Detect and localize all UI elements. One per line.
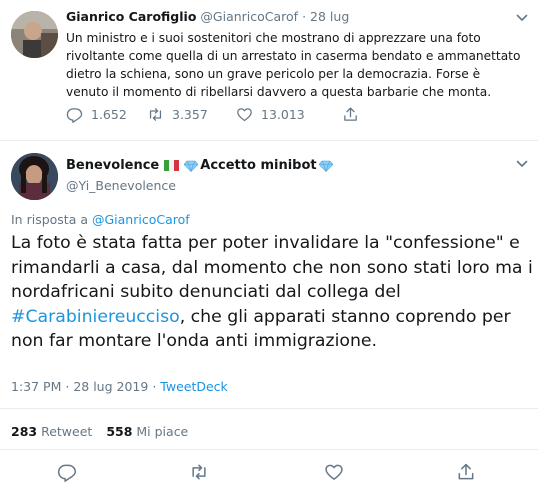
like-count: 13.013	[261, 107, 305, 122]
chevron-down-icon[interactable]	[516, 12, 528, 24]
separator: ·	[65, 379, 70, 394]
avatar-photo	[11, 11, 58, 58]
like-total: 558	[106, 424, 133, 439]
heart-icon[interactable]	[324, 462, 344, 482]
retweet-label: Retweet	[41, 424, 93, 439]
reply-button[interactable]: 1.652	[66, 106, 127, 123]
like-label: Mi piace	[136, 424, 189, 439]
avatar[interactable]	[11, 153, 58, 200]
avatar[interactable]	[11, 11, 58, 58]
tweet-action-bar	[0, 462, 538, 486]
retweet-icon	[149, 108, 162, 121]
tweet-date[interactable]: 28 lug	[310, 9, 349, 24]
parent-tweet[interactable]: Gianrico Carofiglio @GianricoCarof · 28 …	[0, 0, 538, 140]
divider	[0, 140, 538, 141]
retweet-count: 3.357	[172, 107, 208, 122]
author-handle[interactable]: @GianricoCarof	[200, 9, 298, 24]
retweets-stat[interactable]: 283 Retweet	[11, 424, 92, 439]
share-icon	[344, 107, 357, 121]
heart-icon	[237, 108, 252, 122]
tweet-meta: 1:37 PM · 28 lug 2019 · TweetDeck	[11, 379, 228, 394]
tweet-date[interactable]: 28 lug 2019	[73, 379, 148, 394]
separator: ·	[152, 379, 157, 394]
replying-to-label: In risposta a	[11, 212, 88, 227]
retweet-icon[interactable]	[189, 462, 209, 482]
source-link[interactable]: TweetDeck	[160, 379, 228, 394]
tweet-text: La foto è stata fatta per poter invalida…	[11, 231, 533, 354]
reply-icon	[66, 108, 83, 123]
replying-to: In risposta a @GianricoCarof	[11, 212, 190, 227]
like-button[interactable]: 13.013	[236, 106, 305, 123]
retweet-total: 283	[11, 424, 38, 439]
author-name[interactable]: Benevolence Accetto minibot	[66, 158, 335, 173]
chevron-down-icon[interactable]	[516, 158, 528, 170]
diamond-icon	[184, 160, 199, 172]
author-name[interactable]: Gianrico Carofiglio	[66, 9, 196, 24]
diamond-icon	[318, 160, 333, 172]
share-button[interactable]	[342, 106, 367, 123]
divider	[0, 449, 538, 450]
divider	[0, 408, 538, 409]
reply-icon[interactable]	[57, 462, 77, 482]
tweet-stats: 283 Retweet 558 Mi piace	[11, 424, 188, 439]
tweet-text: Un ministro e i suoi sostenitori che mos…	[66, 31, 521, 99]
reply-count: 1.652	[91, 107, 127, 122]
author-name-part1: Benevolence	[66, 158, 160, 173]
share-icon[interactable]	[456, 462, 476, 482]
tweet-actions: 1.652 3.357 13.013	[66, 106, 526, 124]
separator: ·	[302, 9, 307, 24]
tweet-header: Gianrico Carofiglio @GianricoCarof · 28 …	[66, 9, 349, 24]
author-handle[interactable]: @Yi_Benevolence	[66, 178, 176, 193]
mention-link[interactable]: @GianricoCarof	[92, 212, 190, 227]
author-name-part2: Accetto minibot	[200, 158, 317, 173]
avatar-photo	[11, 153, 58, 200]
tweet-text-part1: La foto è stata fatta per poter invalida…	[11, 233, 533, 302]
retweet-button[interactable]: 3.357	[147, 106, 208, 123]
italy-flag-icon	[164, 160, 180, 171]
hashtag-link[interactable]: #Carabiniereucciso	[11, 307, 180, 327]
likes-stat[interactable]: 558 Mi piace	[106, 424, 188, 439]
tweet-time[interactable]: 1:37 PM	[11, 379, 61, 394]
